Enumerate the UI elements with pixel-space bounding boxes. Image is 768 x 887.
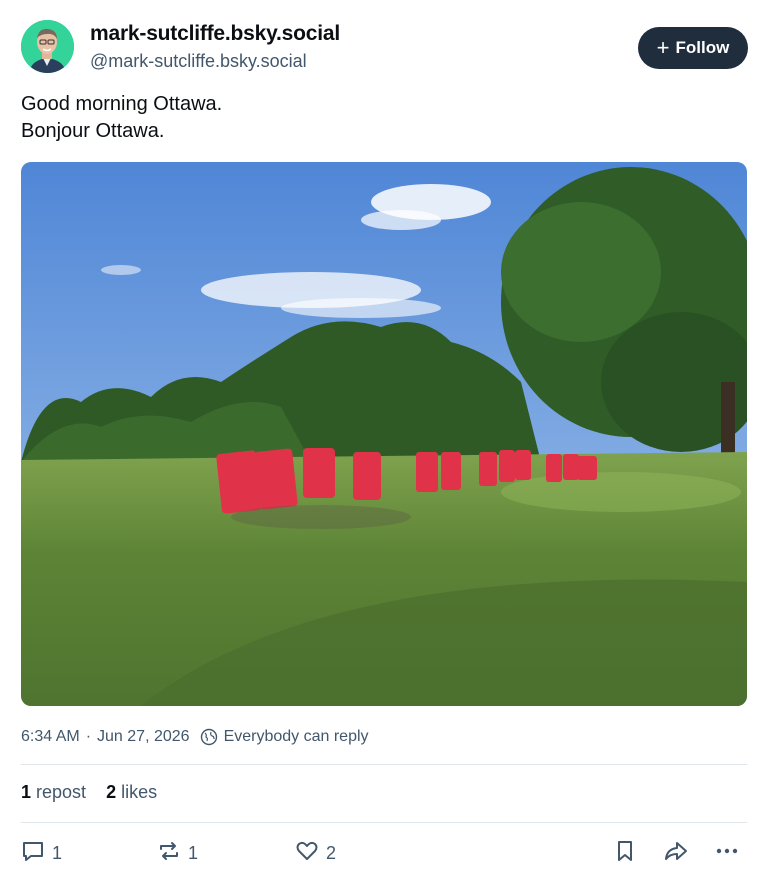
like-button[interactable]: 2 [294,838,336,869]
bookmark-button[interactable] [612,838,638,869]
like-count: 2 [326,843,337,863]
reply-button[interactable]: 1 [20,838,62,869]
plus-icon: + [656,35,670,60]
post-text: Good morning Ottawa. Bonjour Ottawa. [21,91,222,145]
divider [21,822,747,823]
more-options-icon [714,838,740,869]
post-time[interactable]: 6:34 AM [21,728,80,746]
engagement-stats: 1 repost 2 likes [21,782,157,803]
post-thread-item: mark-sutcliffe.bsky.social @mark-sutclif… [0,0,768,887]
follow-label: Follow [675,38,730,57]
likes-label: likes [121,782,158,802]
share-button[interactable] [662,838,690,869]
repost-icon [156,838,182,869]
globe-icon [200,728,218,746]
author-handle[interactable]: @mark-sutcliffe.bsky.social [90,51,307,72]
bookmark-icon [612,838,638,869]
author-display-name[interactable]: mark-sutcliffe.bsky.social [90,22,340,46]
likes-count: 2 [106,782,117,802]
divider [21,764,747,765]
likes-stat[interactable]: 2 likes [106,782,157,803]
post-date[interactable]: Jun 27, 2026 [97,728,190,746]
repost-count: 1 [188,843,199,863]
heart-icon [294,838,320,869]
reply-count: 1 [52,843,63,863]
reply-icon [20,838,46,869]
post-meta: 6:34 AM · Jun 27, 2026 Everybody can rep… [21,728,369,746]
follow-button[interactable]: + Follow [638,27,748,69]
meta-separator: · [85,728,92,745]
reply-setting: Everybody can reply [223,728,369,745]
action-bar: 1 1 2 [0,838,768,872]
reposts-label: repost [36,782,87,802]
post-image[interactable] [21,162,747,706]
avatar[interactable] [21,20,74,73]
share-icon [662,838,690,869]
reposts-count: 1 [21,782,32,802]
repost-button[interactable]: 1 [156,838,198,869]
post-text-line: Good morning Ottawa. [21,93,223,115]
more-options-button[interactable] [714,838,740,869]
post-text-line: Bonjour Ottawa. [21,120,165,142]
reposts-stat[interactable]: 1 repost [21,782,86,803]
